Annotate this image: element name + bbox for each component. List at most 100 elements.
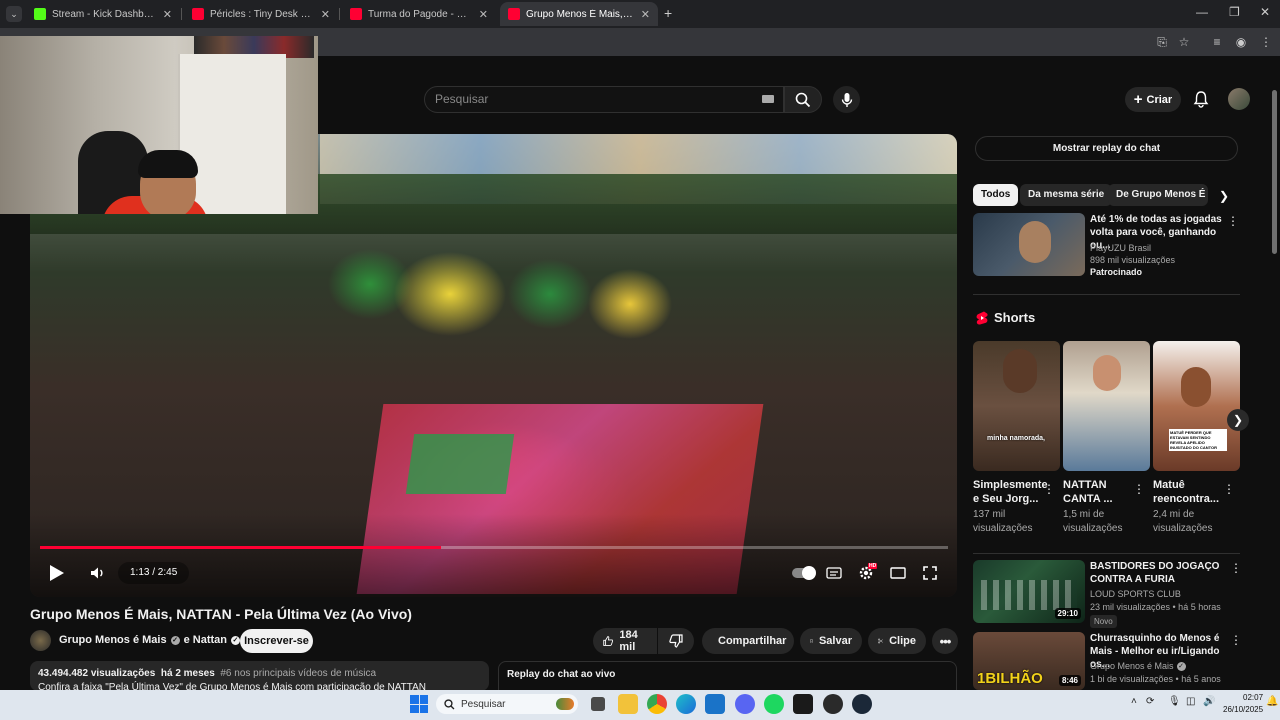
autoplay-toggle[interactable] <box>791 562 816 584</box>
divider <box>973 294 1240 295</box>
tab-turma-do-pagode[interactable]: Turma do Pagode - Camisa 10 ✕ <box>342 2 496 26</box>
close-tab-icon[interactable]: ✕ <box>641 8 650 21</box>
video-frame-green-cloth <box>405 434 515 494</box>
shorts-logo-icon <box>976 311 988 325</box>
clip-button[interactable]: Clipe <box>868 628 926 654</box>
more-vertical-icon[interactable]: ⋮ <box>1133 483 1145 495</box>
install-app-icon[interactable]: ⎘ <box>1154 34 1170 50</box>
channel-name[interactable]: Grupo Menos é Mais <box>59 634 167 646</box>
short-thumbnail[interactable]: minha namorada, <box>973 341 1060 471</box>
tray-network-icon[interactable]: ◫ <box>1186 696 1195 707</box>
minimize-window-icon[interactable]: — <box>1196 5 1208 19</box>
channel-names[interactable]: Grupo Menos é Mais ✓ e Nattan ✓ <box>59 634 240 646</box>
settings-button[interactable]: HD <box>856 562 878 584</box>
restore-window-icon[interactable]: ❐ <box>1229 5 1240 19</box>
close-tab-icon[interactable]: ✕ <box>479 8 488 21</box>
description-stats: 43.494.482 visualizações há 2 meses #6 n… <box>38 668 481 679</box>
short-thumbnail[interactable] <box>1063 341 1150 471</box>
tray-chevron-up-icon[interactable]: ˄ <box>1131 696 1137 707</box>
more-actions-button[interactable]: ••• <box>932 628 958 654</box>
edge-icon[interactable] <box>676 694 696 714</box>
close-tab-icon[interactable]: ✕ <box>321 8 330 21</box>
reading-list-icon[interactable]: ≡ <box>1209 34 1225 50</box>
short-title[interactable]: Matuê reencontra... <box>1153 478 1219 506</box>
more-vertical-icon[interactable]: ⋮ <box>1223 483 1235 495</box>
chip-same-series[interactable]: Da mesma série <box>1020 184 1113 206</box>
keyboard-icon[interactable] <box>762 95 774 103</box>
short-title[interactable]: NATTAN CANTA ... <box>1063 478 1129 506</box>
close-tab-icon[interactable]: ✕ <box>163 8 172 21</box>
tray-microphone-icon[interactable]: 🎙 <box>1168 696 1181 707</box>
taskbar-search[interactable]: Pesquisar <box>436 694 578 714</box>
channel-name[interactable]: Grupo Menos é Mais <box>1090 660 1174 672</box>
video-title[interactable]: BASTIDORES DO JOGAÇO CONTRA A FURIA <box>1090 560 1222 586</box>
subscribe-button[interactable]: Inscrever-se <box>240 629 313 653</box>
tray-sync-icon[interactable]: ⟳ <box>1146 696 1154 707</box>
obs-icon[interactable] <box>823 694 843 714</box>
shorts-next-chevron-icon[interactable]: ❯ <box>1227 409 1249 431</box>
tab-title: Turma do Pagode - Camisa 10 <box>368 8 473 20</box>
close-window-icon[interactable]: ✕ <box>1260 5 1270 19</box>
chevron-right-icon[interactable]: ❯ <box>1214 186 1234 206</box>
browser-menu-icon[interactable]: ⋮ <box>1258 34 1274 50</box>
like-button[interactable]: 184 mil <box>593 628 657 654</box>
tray-volume-icon[interactable]: 🔊 <box>1203 696 1215 707</box>
show-chat-replay-button[interactable]: Mostrar replay do chat <box>975 136 1238 161</box>
tab-pericles-tiny-desk[interactable]: Péricles : Tiny Desk Brasil - YouTube ✕ <box>184 2 338 26</box>
terminal-app-icon[interactable] <box>793 694 813 714</box>
theater-mode-button[interactable] <box>888 562 908 584</box>
short-title[interactable]: Simplesmente e Seu Jorg... <box>973 478 1048 506</box>
fullscreen-button[interactable] <box>920 562 940 584</box>
search-button[interactable] <box>784 86 822 113</box>
steam-icon[interactable] <box>852 694 872 714</box>
more-vertical-icon[interactable]: ⋮ <box>1230 562 1242 574</box>
chip-from-channel[interactable]: De Grupo Menos É Mais <box>1108 184 1208 206</box>
more-vertical-icon[interactable]: ⋮ <box>1230 634 1242 646</box>
share-label: Compartilhar <box>718 635 787 647</box>
create-button[interactable]: + Criar <box>1125 87 1181 112</box>
taskbar-clock[interactable]: 02:07 26/10/2025 <box>1223 692 1263 716</box>
save-button[interactable]: Salvar <box>800 628 862 654</box>
notification-bell-icon[interactable]: 🔔 <box>1266 696 1278 707</box>
voice-search-button[interactable] <box>833 86 860 113</box>
tab-kick-dashboard[interactable]: Stream - Kick Dashboard ✕ <box>26 2 180 26</box>
bookmark-star-icon[interactable]: ☆ <box>1176 34 1192 50</box>
video-thumbnail[interactable]: 29:10 <box>973 560 1085 623</box>
theater-mode-icon <box>890 567 906 579</box>
windows-start-icon[interactable] <box>410 695 428 713</box>
mute-button[interactable] <box>86 562 110 584</box>
search-input[interactable]: Pesquisar <box>424 86 784 113</box>
chrome-icon[interactable] <box>647 694 667 714</box>
share-button[interactable]: Compartilhar <box>702 628 794 654</box>
tab-list-chevron-icon[interactable]: ⌄ <box>6 6 22 22</box>
play-button[interactable] <box>42 562 72 584</box>
profile-icon[interactable]: ◉ <box>1233 34 1249 50</box>
task-view-icon[interactable] <box>591 697 605 711</box>
short-thumbnail[interactable]: MATUÊ PERDER QUE ESTAVAM SENTINDO REVELA… <box>1153 341 1240 471</box>
video-channel[interactable]: Grupo Menos é Mais ✓ <box>1090 660 1186 672</box>
ad-thumbnail[interactable] <box>973 213 1085 276</box>
tab-grupo-menos-e-mais[interactable]: Grupo Menos É Mais, NATTAN ✕ <box>500 2 658 26</box>
more-vertical-icon[interactable]: ⋮ <box>1043 483 1055 495</box>
outlook-icon[interactable] <box>705 694 725 714</box>
notifications-bell-icon[interactable] <box>1192 90 1210 108</box>
spotify-icon[interactable] <box>764 694 784 714</box>
video-thumbnail[interactable]: 1BILHÃO 8:46 <box>973 632 1085 690</box>
dislike-button[interactable] <box>658 628 694 654</box>
chip-all[interactable]: Todos <box>973 184 1019 206</box>
more-vertical-icon[interactable]: ⋮ <box>1227 215 1239 227</box>
video-channel[interactable]: LOUD SPORTS CLUB <box>1090 588 1181 600</box>
description-box[interactable]: 43.494.482 visualizações há 2 meses #6 n… <box>30 661 489 691</box>
file-explorer-icon[interactable] <box>618 694 638 714</box>
subtitles-button[interactable] <box>824 562 844 584</box>
progress-bar[interactable] <box>40 546 948 549</box>
create-label: Criar <box>1146 93 1173 106</box>
discord-icon[interactable] <box>735 694 755 714</box>
channel-joiner[interactable]: e Nattan <box>184 634 227 646</box>
page-scrollbar[interactable] <box>1272 90 1277 254</box>
account-avatar[interactable] <box>1228 88 1250 110</box>
tab-title: Péricles : Tiny Desk Brasil - YouTube <box>210 8 315 20</box>
channel-avatar[interactable] <box>30 630 51 651</box>
trending-tag[interactable]: #6 nos principais vídeos de música <box>220 668 376 679</box>
new-tab-plus-icon[interactable]: + <box>664 6 672 20</box>
